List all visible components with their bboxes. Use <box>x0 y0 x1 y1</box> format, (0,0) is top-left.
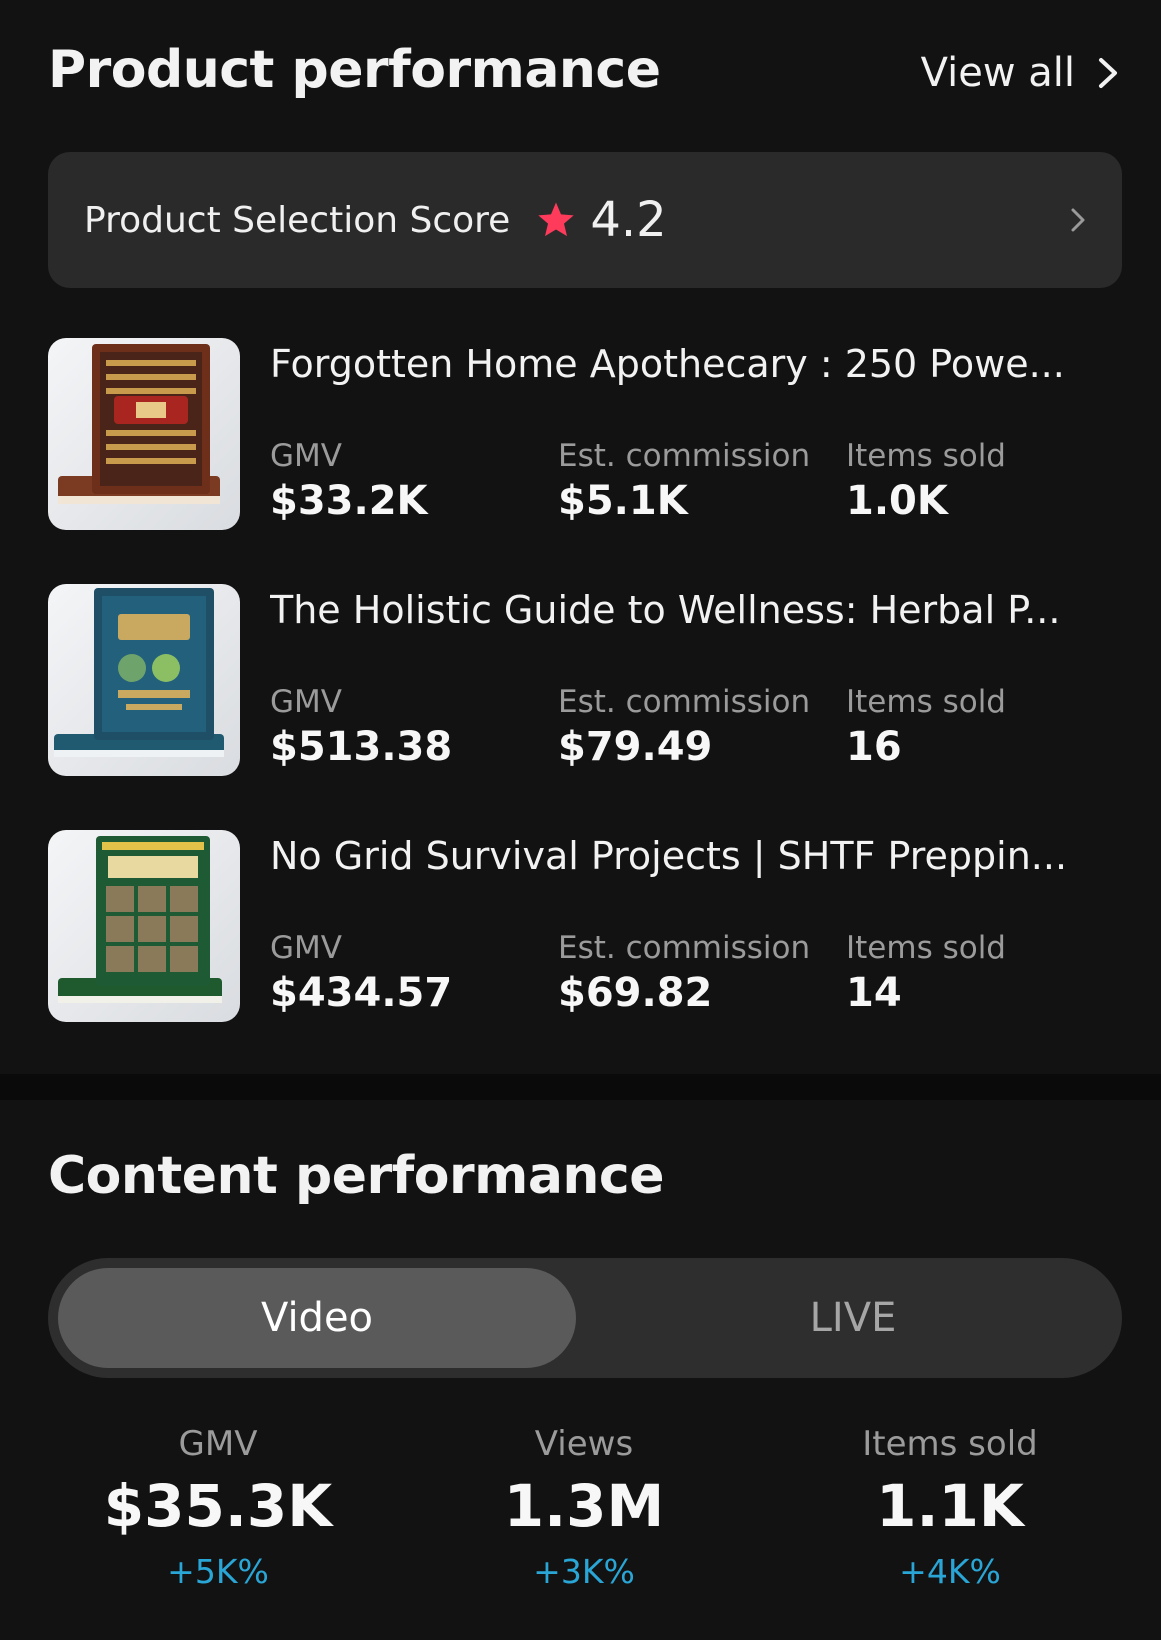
product-row[interactable]: Forgotten Home Apothecary : 250 Powe... … <box>48 338 1128 530</box>
holistic-guide-book-icon <box>54 588 224 757</box>
tab-live[interactable]: LIVE <box>594 1268 1112 1368</box>
gmv-value: $33.2K <box>270 478 428 524</box>
items-sold-stat-change: +4K% <box>899 1552 1001 1591</box>
gmv-stat-label: GMV <box>178 1424 258 1464</box>
gmv-label: GMV <box>270 930 342 966</box>
gmv-metric: GMV $33.2K <box>270 438 428 524</box>
commission-label: Est. commission <box>558 930 811 966</box>
gmv-value: $434.57 <box>270 970 453 1016</box>
items-sold-label: Items sold <box>846 930 1006 966</box>
gmv-stat: GMV $35.3K +5K% <box>48 1424 388 1591</box>
views-stat-change: +3K% <box>533 1552 635 1591</box>
commission-metric: Est. commission $69.82 <box>558 930 810 1016</box>
views-stat: Views 1.3M +3K% <box>414 1424 754 1591</box>
score-value: 4.2 <box>590 192 667 248</box>
score-label: Product Selection Score <box>84 199 511 241</box>
product-performance-title: Product performance <box>48 40 661 100</box>
items-sold-value: 1.0K <box>846 478 948 524</box>
product-name: Forgotten Home Apothecary : 250 Powe... <box>270 342 1065 386</box>
gmv-value: $513.38 <box>270 724 453 770</box>
product-performance-section: Product performance View all Product Sel… <box>0 0 1161 1074</box>
star-icon <box>538 202 574 237</box>
gmv-stat-change: +5K% <box>167 1552 269 1591</box>
items-sold-stat: Items sold 1.1K +4K% <box>780 1424 1120 1591</box>
gmv-metric: GMV $513.38 <box>270 684 452 770</box>
content-performance-title: Content performance <box>48 1146 665 1206</box>
product-selection-score-card[interactable]: Product Selection Score 4.2 <box>48 152 1122 288</box>
items-sold-label: Items sold <box>846 438 1006 474</box>
section-divider <box>0 1074 1161 1100</box>
items-sold-stat-value: 1.1K <box>876 1472 1024 1540</box>
gmv-label: GMV <box>270 684 342 720</box>
items-sold-metric: Items sold 16 <box>846 684 1006 770</box>
product-thumbnail <box>48 830 240 1022</box>
commission-value: $5.1K <box>558 478 688 524</box>
commission-metric: Est. commission $79.49 <box>558 684 810 770</box>
no-grid-book-icon <box>58 836 222 1003</box>
product-row[interactable]: The Holistic Guide to Wellness: Herbal P… <box>48 584 1128 776</box>
items-sold-value: 14 <box>846 970 902 1016</box>
chevron-right-icon <box>1071 208 1085 232</box>
commission-metric: Est. commission $5.1K <box>558 438 810 524</box>
gmv-stat-value: $35.3K <box>103 1472 333 1540</box>
product-row[interactable]: No Grid Survival Projects | SHTF Preppin… <box>48 830 1128 1022</box>
view-all-label: View all <box>920 50 1075 96</box>
commission-label: Est. commission <box>558 684 811 720</box>
chevron-right-icon <box>1099 58 1117 88</box>
content-type-toggle: Video LIVE <box>48 1258 1122 1378</box>
gmv-metric: GMV $434.57 <box>270 930 452 1016</box>
tab-video[interactable]: Video <box>58 1268 576 1368</box>
items-sold-stat-label: Items sold <box>862 1424 1038 1464</box>
items-sold-label: Items sold <box>846 684 1006 720</box>
product-name: The Holistic Guide to Wellness: Herbal P… <box>270 588 1061 632</box>
commission-value: $79.49 <box>558 724 713 770</box>
commission-label: Est. commission <box>558 438 811 474</box>
product-name: No Grid Survival Projects | SHTF Preppin… <box>270 834 1068 878</box>
product-thumbnail <box>48 584 240 776</box>
items-sold-metric: Items sold 1.0K <box>846 438 1006 524</box>
items-sold-metric: Items sold 14 <box>846 930 1006 1016</box>
gmv-label: GMV <box>270 438 342 474</box>
view-all-link[interactable]: View all <box>921 50 1123 96</box>
views-stat-value: 1.3M <box>503 1472 665 1540</box>
items-sold-value: 16 <box>846 724 902 770</box>
apothecary-book-icon <box>58 344 220 504</box>
product-thumbnail <box>48 338 240 530</box>
views-stat-label: Views <box>534 1424 634 1464</box>
commission-value: $69.82 <box>558 970 713 1016</box>
